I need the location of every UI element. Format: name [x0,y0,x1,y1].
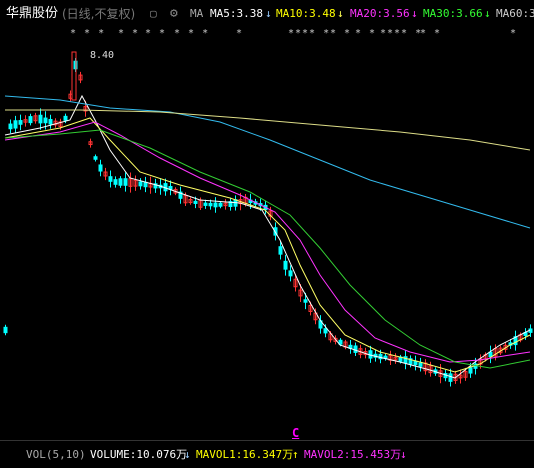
mavol2-dir-icon: ↓ [400,448,407,461]
ma60-value: MA60:3. [496,7,534,20]
candle [113,179,118,185]
candle [468,367,473,374]
candle [213,202,218,208]
stock-name: 华鼎股份 [6,6,59,21]
marker[interactable]: **** * [288,28,330,39]
mavol1-value: MAVOL1:16.347万 [196,448,294,461]
ma-lines-group [4,94,531,379]
candle [98,164,103,172]
candle [93,156,98,160]
marker[interactable]: * * [420,28,441,39]
chart-header: 华鼎股份 (日线,不复权) ▢ ⚙ MA MA5:3.38 ↓ MA10:3.4… [0,0,534,28]
candle [63,115,68,121]
ma20-dir-icon: ↓ [411,7,418,20]
candle [123,178,128,186]
marker[interactable]: * * [118,28,139,39]
ma5-dir-icon: ↓ [265,7,272,20]
candle [208,202,213,207]
candle [143,181,148,188]
marker[interactable]: * * [145,28,166,39]
peak-price-label: 8.40 [90,50,115,61]
gear-icon[interactable]: ⚙ [170,0,178,28]
candle [288,270,293,277]
mavol1-dir-icon: ↑ [292,448,299,461]
candle [138,181,143,187]
panel-divider [0,440,534,441]
candle [28,116,33,124]
candle [353,345,358,353]
candle [3,326,8,334]
candle [193,200,198,204]
ma20-line [4,121,531,363]
period-mode[interactable]: (日线,不复权) [62,0,135,28]
ma10-line [4,117,531,373]
marker[interactable]: * * [330,28,351,39]
ma30-value: MA30:3.66 [423,7,483,20]
volume-dir-icon: ↓ [184,448,191,461]
candle [108,176,113,182]
c-marker[interactable]: C [292,426,299,440]
ma30-dir-icon: ↓ [484,7,491,20]
candle [413,360,418,366]
mavol2-value: MAVOL2:15.453万 [304,448,402,461]
marker[interactable]: * [510,28,517,39]
candle [8,123,13,130]
volume-indicator-bar: VOL(5,10) VOLUME:10.076万 ↓ MAVOL1:16.347… [0,445,534,465]
candle [283,260,288,270]
ma10-dir-icon: ↓ [337,7,344,20]
candle [43,117,48,124]
candle [18,120,23,125]
candle [323,328,328,334]
ma120-line [5,109,531,151]
marker[interactable]: * * * [70,28,105,39]
candle [48,118,53,125]
marker[interactable]: * [236,28,243,39]
candle [13,120,18,129]
vol-label[interactable]: VOL(5,10) [26,445,86,465]
candle [38,114,43,124]
ma10-value: MA10:3.48 [276,7,336,20]
event-markers-row: * * * * * * * * * * * **** * * * * * ***… [0,28,534,42]
candle [303,299,308,303]
candle [203,202,208,206]
marker[interactable]: * * [355,28,376,39]
candle [418,362,423,367]
ma5-value: MA5:3.38 [210,7,263,20]
candle [118,178,123,186]
ma30-line [4,129,531,369]
marker[interactable]: **** * [380,28,422,39]
candle [278,246,283,255]
candle [448,373,453,382]
candle [218,202,223,207]
kline-chart[interactable] [0,0,534,440]
marker[interactable]: * * * [174,28,209,39]
maximize-icon[interactable]: ▢ [150,0,157,28]
ma-label: MA [190,7,204,20]
volume-value: VOLUME:10.076万 [90,448,188,461]
candle [488,351,493,358]
ma20-value: MA20:3.56 [350,7,410,20]
